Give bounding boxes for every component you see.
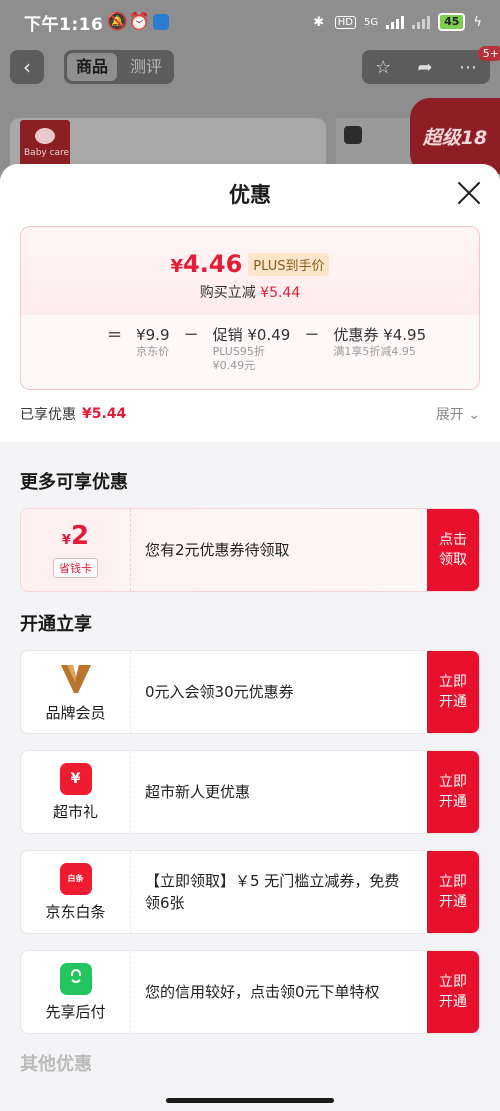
price-summary: ¥4.46 PLUS到手价 购买立减 ¥5.44 = ¥9.9 京东价 − 促销… — [0, 224, 500, 442]
offer-label: 先享后付 — [45, 1002, 106, 1021]
final-price: ¥4.46 — [170, 250, 243, 278]
offer-label: 京东白条 — [45, 902, 106, 921]
breakdown-coupon: 优惠券 ¥4.95 满1享5折减4.95 — [333, 326, 427, 358]
enjoyed-discount-row: 已享优惠 ¥5.44 展开 ⌄ — [20, 404, 480, 424]
offer-label: 品牌会员 — [45, 703, 106, 722]
coupon-amount: ¥2 — [61, 520, 90, 551]
alarm-icon: ⏰ — [128, 12, 150, 32]
offer-description: 您的信用较好，点击领0元下单特权 — [145, 983, 380, 1001]
pay-later-offer[interactable]: 先享后付 您的信用较好，点击领0元下单特权 立即 开通 — [20, 950, 480, 1034]
open-now-button[interactable]: 立即 开通 — [427, 851, 479, 933]
app-notification-icon — [153, 14, 170, 30]
hd-icon: HD — [334, 15, 356, 29]
open-now-button[interactable]: 立即 开通 — [427, 951, 479, 1033]
brand-member-offer[interactable]: 品牌会员 0元入会领30元优惠券 立即 开通 — [20, 650, 480, 734]
coupon-amount-block: ¥2 省钱卡 — [21, 509, 131, 591]
shopping-bag-icon — [59, 962, 92, 995]
sheet-title: 优惠 — [229, 183, 271, 207]
status-bar: 下午1:16 🔕 ⏰ ✱ HD 5G 45 ϟ — [0, 0, 500, 44]
message-badge: 5+ — [477, 46, 500, 61]
section-title: 开通立享 — [20, 614, 92, 635]
offer-icon-block: ¥ 超市礼 — [21, 751, 131, 833]
coupon-description: 您有2元优惠券待领取 — [145, 541, 290, 559]
ticket-yen-icon: ¥ — [59, 762, 92, 795]
offer-label: 超市礼 — [52, 802, 98, 821]
tab-review[interactable]: 测评 — [121, 53, 171, 81]
tab-switcher: 商品 测评 — [64, 50, 175, 84]
top-navigation: ‹ 商品 测评 ☆ ➦ ⋯ 5+ — [10, 46, 500, 84]
claim-button[interactable]: 点击 领取 — [427, 509, 479, 591]
supermarket-gift-offer[interactable]: ¥ 超市礼 超市新人更优惠 立即 开通 — [20, 750, 480, 834]
offer-icon-block: 白条 京东白条 — [21, 851, 131, 933]
jd-baitiao-offer[interactable]: 白条 京东白条 【立即领取】￥5 无门槛立减券，免费领6张 立即 开通 — [20, 850, 480, 934]
offer-icon-block: 先享后付 — [21, 951, 131, 1033]
offer-description: 【立即领取】￥5 无门槛立减券，免费领6张 — [145, 872, 400, 912]
equals-sign: = — [107, 324, 123, 345]
breakdown-promotion: 促销 ¥0.49 PLUS95折 ¥0.49元 — [212, 326, 291, 372]
more-icon[interactable]: ⋯ — [459, 57, 477, 78]
expand-button[interactable]: 展开 ⌄ — [436, 404, 480, 424]
battery-icon: 45 — [438, 13, 466, 31]
back-button[interactable]: ‹ — [10, 50, 44, 84]
other-discounts-title: 其他优惠 — [20, 1054, 92, 1075]
section-title: 更多可享优惠 — [20, 472, 128, 493]
offer-description: 超市新人更优惠 — [145, 783, 251, 801]
brand-v-icon — [60, 664, 91, 693]
brand-small-logo — [344, 126, 362, 144]
mute-icon: 🔕 — [106, 12, 128, 32]
price-card: ¥4.46 PLUS到手价 购买立减 ¥5.44 = ¥9.9 京东价 − 促销… — [20, 226, 480, 390]
nav-actions: ☆ ➦ ⋯ 5+ — [362, 46, 500, 84]
sheet-header: 优惠 — [0, 164, 500, 224]
bluetooth-icon: ✱ — [313, 14, 325, 30]
baitiao-icon: 白条 — [59, 862, 92, 895]
signal-icon — [386, 15, 405, 29]
status-time: 下午1:16 — [24, 14, 104, 35]
signal-2-icon — [412, 15, 431, 29]
minus-sign: − — [183, 324, 199, 345]
price-breakdown: = ¥9.9 京东价 − 促销 ¥0.49 PLUS95折 ¥0.49元 − 优… — [21, 315, 479, 389]
more-discounts-section: 更多可享优惠 ¥2 省钱卡 您有2元优惠券待领取 点击 领取 开通立享 品牌会员 … — [0, 468, 500, 1076]
discount-sheet: 优惠 ¥4.46 PLUS到手价 购买立减 ¥5.44 = ¥9.9 京东价 −… — [0, 164, 500, 1111]
minus-sign: − — [304, 324, 320, 345]
chevron-left-icon: ‹ — [23, 55, 31, 79]
close-icon[interactable] — [456, 180, 482, 206]
charging-icon: ϟ — [473, 14, 482, 30]
tab-product[interactable]: 商品 — [67, 53, 118, 81]
offer-description: 0元入会领30元优惠券 — [145, 683, 294, 701]
saving-card-coupon[interactable]: ¥2 省钱卡 您有2元优惠券待领取 点击 领取 — [20, 508, 480, 592]
enjoyed-value: ¥5.44 — [82, 406, 127, 422]
offer-icon-block: 品牌会员 — [21, 651, 131, 733]
share-icon[interactable]: ➦ — [418, 57, 433, 78]
plus-price-tag: PLUS到手价 — [248, 252, 330, 276]
favorite-star-icon[interactable]: ☆ — [375, 57, 391, 78]
enjoyed-label: 已享优惠 — [20, 407, 76, 423]
open-now-button[interactable]: 立即 开通 — [427, 651, 479, 733]
final-price-block: ¥4.46 PLUS到手价 购买立减 ¥5.44 — [21, 227, 479, 315]
promo-label: 超级18 — [410, 98, 500, 174]
home-indicator[interactable] — [166, 1098, 334, 1103]
buy-reduce-line: 购买立减 ¥5.44 — [199, 285, 301, 301]
home-bar — [0, 1089, 500, 1111]
open-now-button[interactable]: 立即 开通 — [427, 751, 479, 833]
breakdown-jd-price: ¥9.9 京东价 — [136, 326, 170, 358]
saving-card-tag: 省钱卡 — [53, 557, 98, 578]
network-label: 5G — [363, 16, 379, 28]
